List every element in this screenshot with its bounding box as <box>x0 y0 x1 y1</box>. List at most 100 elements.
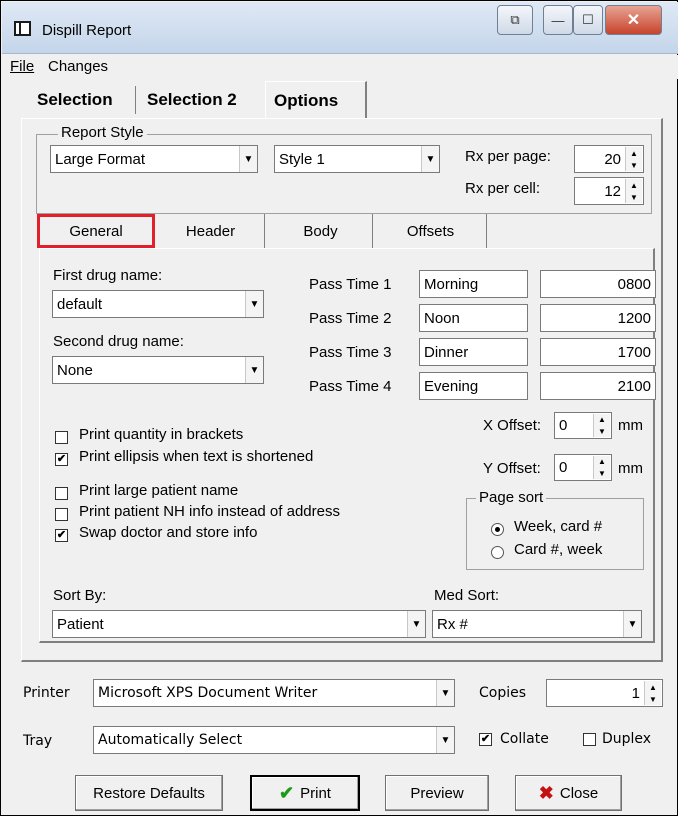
report-style-legend: Report Style <box>58 124 147 141</box>
collate-label: Collate <box>500 731 549 747</box>
pass-time-1-time[interactable]: 0800 <box>540 270 656 298</box>
duplex-label: Duplex <box>602 731 652 747</box>
swap-doctor-store-label: Swap doctor and store info <box>79 524 258 541</box>
checkbox-duplex[interactable] <box>583 733 596 746</box>
subtab-general[interactable]: General <box>37 214 155 248</box>
x-offset-stepper[interactable]: 0 ▲ ▼ <box>554 412 612 439</box>
tab-divider <box>135 86 136 114</box>
large-patient-name-label: Print large patient name <box>79 482 239 499</box>
preview-button[interactable]: Preview <box>385 775 489 811</box>
spin-up-icon[interactable]: ▲ <box>594 456 610 468</box>
sort-by-value: Patient <box>57 615 104 633</box>
page-sort-legend: Page sort <box>476 489 547 506</box>
spin-down-icon[interactable]: ▼ <box>645 693 661 705</box>
dispill-report-window: Dispill Report ⧉ — ☐ ✕ File Changes Sele… <box>0 0 678 816</box>
med-sort-select[interactable]: Rx # ▼ <box>432 610 642 638</box>
printer-select[interactable]: Microsoft XPS Document Writer ▼ <box>93 679 455 707</box>
subtab-header[interactable]: Header <box>157 214 265 248</box>
y-offset-value: 0 <box>559 459 568 476</box>
checkbox-swap-doctor-store[interactable]: ✔ <box>55 529 68 542</box>
tab-options[interactable]: Options <box>265 81 367 119</box>
second-drug-select[interactable]: None ▼ <box>52 356 264 384</box>
y-offset-stepper[interactable]: 0 ▲ ▼ <box>554 454 612 481</box>
printer-label: Printer <box>23 685 70 701</box>
subtab-offsets[interactable]: Offsets <box>375 214 487 248</box>
print-ellipsis-label: Print ellipsis when text is shortened <box>79 448 314 465</box>
chevron-down-icon: ▼ <box>245 357 263 383</box>
spin-up-icon[interactable]: ▲ <box>626 147 642 159</box>
sort-by-label: Sort By: <box>53 587 107 604</box>
minimize-button[interactable]: — <box>543 5 573 35</box>
checkbox-nh-info[interactable] <box>55 508 68 521</box>
print-button[interactable]: ✔ Print <box>250 775 360 811</box>
radio-card-week[interactable] <box>491 546 504 559</box>
y-offset-label: Y Offset: <box>483 460 541 477</box>
checkbox-print-quantity[interactable] <box>55 431 68 444</box>
spin-buttons[interactable]: ▲ ▼ <box>644 681 661 705</box>
menu-file[interactable]: File <box>10 58 34 75</box>
close-button[interactable]: ✖ Close <box>515 775 622 811</box>
pass-time-2-time[interactable]: 1200 <box>540 304 656 332</box>
y-offset-unit: mm <box>618 460 643 477</box>
med-sort-value: Rx # <box>437 615 468 633</box>
print-quantity-label: Print quantity in brackets <box>79 426 244 443</box>
sort-by-select[interactable]: Patient ▼ <box>52 610 426 638</box>
tab-selection[interactable]: Selection <box>31 83 119 116</box>
pass-time-3-name[interactable]: Dinner <box>419 338 528 366</box>
x-offset-value: 0 <box>559 417 568 434</box>
first-drug-value: default <box>57 295 103 313</box>
second-drug-label: Second drug name: <box>53 333 184 350</box>
spin-buttons[interactable]: ▲ ▼ <box>625 179 642 203</box>
title-bar[interactable]: Dispill Report ⧉ — ☐ ✕ <box>2 2 678 54</box>
tab-selection-2[interactable]: Selection 2 <box>141 83 243 116</box>
rx-per-cell-value: 12 <box>604 182 621 200</box>
radio-week-card[interactable] <box>491 523 504 536</box>
pass-time-4-time[interactable]: 2100 <box>540 372 656 400</box>
spin-buttons[interactable]: ▲ ▼ <box>625 147 642 171</box>
checkbox-large-patient-name[interactable] <box>55 487 68 500</box>
chevron-down-icon: ▼ <box>407 611 425 637</box>
restore-icon[interactable]: ⧉ <box>497 5 533 35</box>
spin-down-icon[interactable]: ▼ <box>626 159 642 171</box>
print-label: Print <box>300 784 331 802</box>
pass-time-1-label: Pass Time 1 <box>309 276 392 293</box>
spin-buttons[interactable]: ▲ ▼ <box>593 414 610 437</box>
spin-down-icon[interactable]: ▼ <box>594 426 610 438</box>
rx-per-page-value: 20 <box>604 150 621 168</box>
spin-down-icon[interactable]: ▼ <box>626 191 642 203</box>
report-style-select[interactable]: Style 1 ▼ <box>274 145 440 173</box>
close-label: Close <box>559 784 599 802</box>
spin-up-icon[interactable]: ▲ <box>626 179 642 191</box>
check-icon: ✔ <box>279 782 295 803</box>
spin-up-icon[interactable]: ▲ <box>645 681 661 693</box>
checkbox-collate[interactable]: ✔ <box>479 733 492 746</box>
rx-per-cell-stepper[interactable]: 12 ▲ ▼ <box>574 177 644 205</box>
pass-time-1-name[interactable]: Morning <box>419 270 528 298</box>
restore-defaults-button[interactable]: Restore Defaults <box>75 775 223 811</box>
pass-time-4-name[interactable]: Evening <box>419 372 528 400</box>
copies-label: Copies <box>479 685 527 701</box>
pass-time-3-time[interactable]: 1700 <box>540 338 656 366</box>
pass-time-3-label: Pass Time 3 <box>309 344 392 361</box>
chevron-down-icon: ▼ <box>436 680 454 706</box>
maximize-button[interactable]: ☐ <box>573 5 603 35</box>
copies-stepper[interactable]: 1 ▲ ▼ <box>546 679 663 707</box>
first-drug-select[interactable]: default ▼ <box>52 290 264 318</box>
tray-select[interactable]: Automatically Select ▼ <box>93 726 455 754</box>
subtab-body[interactable]: Body <box>269 214 373 248</box>
close-window-button[interactable]: ✕ <box>605 5 662 35</box>
chevron-down-icon: ▼ <box>623 611 641 637</box>
checkbox-print-ellipsis[interactable]: ✔ <box>55 453 68 466</box>
second-drug-value: None <box>57 361 93 379</box>
spin-down-icon[interactable]: ▼ <box>594 468 610 480</box>
spin-up-icon[interactable]: ▲ <box>594 414 610 426</box>
chevron-down-icon: ▼ <box>421 146 439 172</box>
close-x-icon: ✖ <box>538 782 554 803</box>
report-format-select[interactable]: Large Format ▼ <box>50 145 258 173</box>
pass-time-2-name[interactable]: Noon <box>419 304 528 332</box>
spin-buttons[interactable]: ▲ ▼ <box>593 456 610 479</box>
x-offset-unit: mm <box>618 417 643 434</box>
rx-per-page-stepper[interactable]: 20 ▲ ▼ <box>574 145 644 173</box>
week-card-label: Week, card # <box>514 518 603 535</box>
menu-changes[interactable]: Changes <box>48 58 108 75</box>
